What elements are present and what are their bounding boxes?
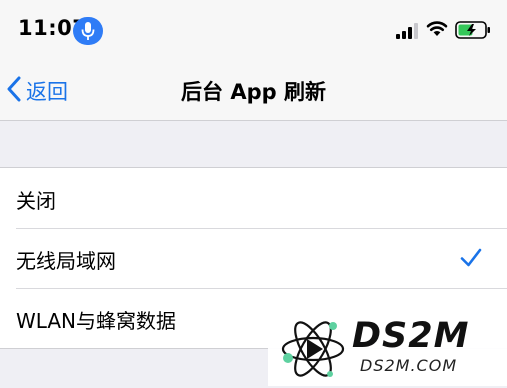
checkmark-icon [458,245,484,271]
option-label: 关闭 [16,189,56,213]
option-off[interactable]: 关闭 [0,168,507,228]
status-bar: 11:07 [0,0,507,62]
wifi-icon [426,20,448,38]
watermark-url: DS2M.COM [360,356,458,375]
option-label: WLAN与蜂窝数据 [16,309,177,333]
page-title: 后台 App 刷新 [181,80,326,104]
atom-logo-icon [278,314,348,384]
option-label: 无线局域网 [16,249,116,273]
watermark-title: DS2M [352,316,470,356]
option-wlan[interactable]: 无线局域网 [0,228,507,288]
mic-icon [73,17,103,45]
cellular-signal-icon [396,23,422,39]
navigation-bar: 返回 后台 App 刷新 [0,62,507,121]
watermark: DS2M DS2M.COM [268,308,507,386]
battery-charging-icon [455,21,491,39]
